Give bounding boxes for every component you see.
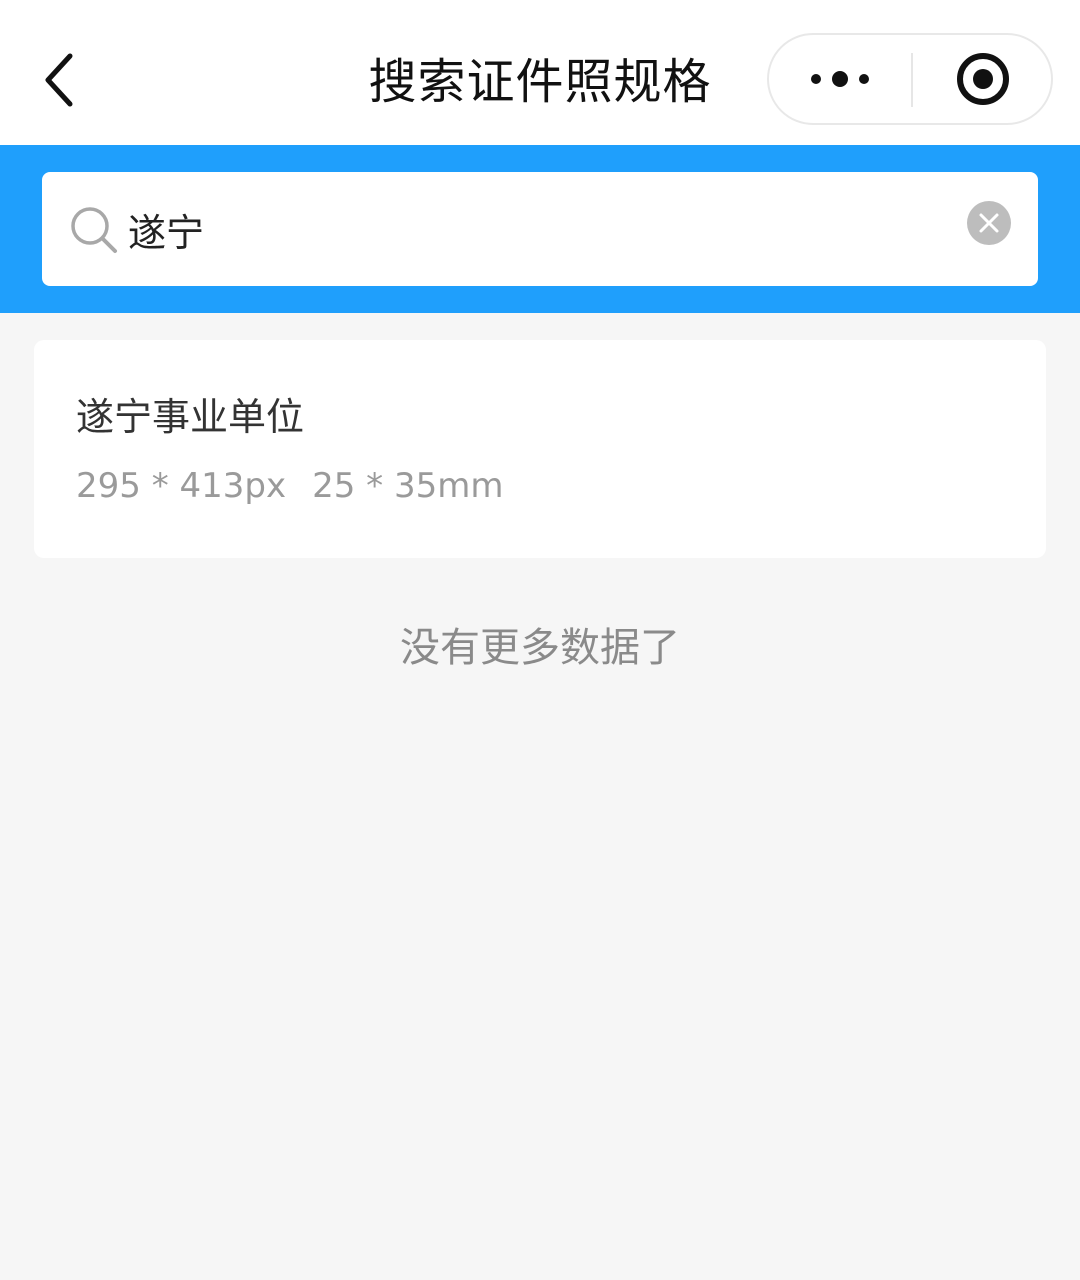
app-root: 搜索证件照规格 遂宁 遂宁事业单位 295 * 413px 25 * 35mm …	[0, 0, 1080, 1280]
search-input[interactable]	[128, 194, 928, 264]
clear-search-button[interactable]	[967, 201, 1011, 245]
top-nav-bar: 搜索证件照规格	[0, 0, 1080, 145]
mini-program-capsule	[767, 33, 1053, 125]
search-band	[0, 145, 1080, 313]
target-circle-icon	[957, 53, 1009, 105]
result-size-mm: 25 * 35mm	[312, 466, 504, 506]
search-icon	[71, 207, 117, 253]
result-title: 遂宁事业单位	[76, 395, 305, 439]
more-button[interactable]	[769, 35, 911, 123]
result-item[interactable]: 遂宁事业单位 295 * 413px 25 * 35mm	[34, 340, 1046, 558]
result-specs: 295 * 413px 25 * 35mm	[76, 464, 530, 508]
back-button[interactable]	[28, 40, 92, 120]
no-more-data-text: 没有更多数据了	[400, 625, 680, 671]
clear-circle-icon	[979, 213, 999, 233]
page-title: 搜索证件照规格	[368, 54, 712, 110]
more-dots-icon	[811, 71, 869, 87]
chevron-left-icon	[45, 53, 73, 107]
result-size-px: 295 * 413px	[76, 466, 287, 506]
exit-mini-program-button[interactable]	[913, 35, 1053, 123]
search-box	[42, 172, 1038, 286]
